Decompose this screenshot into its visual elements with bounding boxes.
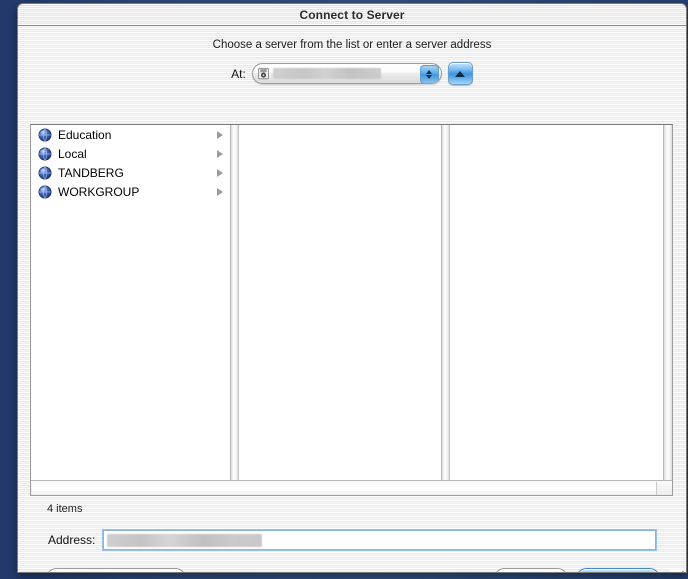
window-title-bar[interactable]: Connect to Server [18, 4, 686, 26]
browser-column-2[interactable] [239, 125, 442, 480]
disk-icon [257, 67, 270, 80]
list-item[interactable]: TANDBERG [31, 163, 230, 182]
up-down-arrows-icon[interactable] [419, 65, 439, 83]
globe-icon [38, 147, 52, 161]
address-label: Address: [48, 533, 96, 547]
browser-horizontal-scrollbar[interactable] [31, 480, 672, 495]
resize-grip-icon[interactable] [670, 568, 685, 572]
disclosure-triangle-icon[interactable] [217, 130, 224, 139]
list-item[interactable]: Education [31, 125, 230, 144]
disclosure-triangle-icon[interactable] [217, 187, 224, 196]
list-item[interactable]: WORKGROUP [31, 182, 230, 201]
item-count-status: 4 items [47, 503, 83, 515]
at-popup-value-redacted [272, 68, 381, 79]
list-item[interactable]: Local [31, 144, 230, 163]
scrollbar-end-cap [657, 481, 671, 495]
dialog-content: Choose a server from the list or enter a… [18, 39, 686, 572]
connect-to-server-window: Connect to Server Choose a server from t… [17, 3, 687, 573]
address-value-redacted [107, 533, 263, 547]
window-title: Connect to Server [299, 7, 405, 22]
dialog-subtitle: Choose a server from the list or enter a… [212, 39, 492, 51]
column-divider-2 [441, 125, 451, 480]
up-arrow-button[interactable] [447, 62, 473, 85]
up-arrow-icon [455, 70, 466, 77]
browser-columns: Education Local TANDBERG WORKGROUP [31, 125, 672, 480]
scrollbar-track[interactable] [32, 481, 657, 495]
at-popup-button[interactable] [251, 63, 442, 84]
disclosure-triangle-icon[interactable] [217, 168, 224, 177]
disclosure-triangle-icon[interactable] [217, 149, 224, 158]
list-item-label: Education [58, 127, 112, 142]
column-divider-1 [230, 125, 240, 480]
globe-icon [38, 128, 52, 142]
at-row: At: [18, 62, 686, 85]
address-row: Address: [48, 529, 657, 551]
browser-column-3[interactable] [450, 125, 663, 480]
globe-icon [38, 185, 52, 199]
at-label: At: [231, 66, 246, 81]
address-input[interactable] [102, 529, 657, 551]
list-item-label: WORKGROUP [58, 184, 140, 199]
cancel-button[interactable]: Cancel [494, 568, 568, 572]
column-divider-3 [662, 125, 672, 480]
server-browser: Education Local TANDBERG WORKGROUP [30, 124, 673, 496]
list-item-label: Local [58, 146, 87, 161]
connect-button[interactable]: Connect [576, 568, 660, 572]
list-item-label: TANDBERG [58, 165, 124, 180]
browser-column-1[interactable]: Education Local TANDBERG WORKGROUP [31, 125, 231, 480]
dialog-button-row: Add to Favorites Cancel Connect [46, 568, 660, 572]
add-to-favorites-button[interactable]: Add to Favorites [46, 568, 186, 572]
globe-icon [38, 166, 52, 180]
